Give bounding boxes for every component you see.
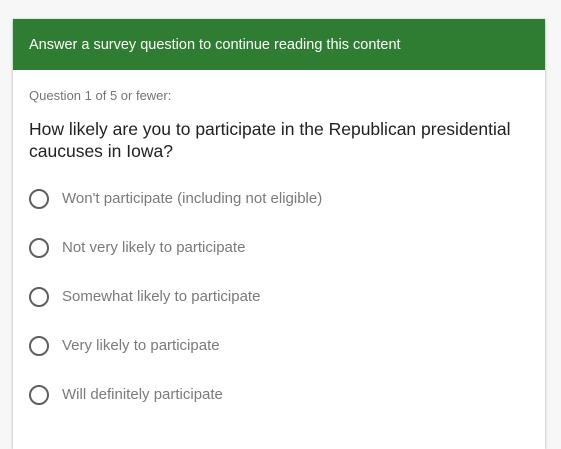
answer-option-label[interactable]: Not very likely to participate xyxy=(62,239,245,256)
answer-option-label[interactable]: Very likely to participate xyxy=(62,337,220,354)
survey-body: Question 1 of 5 or fewer: How likely are… xyxy=(13,88,545,419)
answer-option-label[interactable]: Won't participate (including not eligibl… xyxy=(62,190,322,207)
answer-option-wont-participate[interactable]: Won't participate (including not eligibl… xyxy=(29,174,529,223)
radio-button-icon[interactable] xyxy=(29,237,49,258)
survey-card: Answer a survey question to continue rea… xyxy=(13,19,545,449)
survey-header-title: Answer a survey question to continue rea… xyxy=(29,36,401,53)
answer-option-somewhat-likely[interactable]: Somewhat likely to participate xyxy=(29,272,529,321)
question-counter: Question 1 of 5 or fewer: xyxy=(29,88,172,103)
answer-option-very-likely[interactable]: Very likely to participate xyxy=(29,321,529,370)
answer-option-not-very-likely[interactable]: Not very likely to participate xyxy=(29,223,529,272)
answer-option-label[interactable]: Somewhat likely to participate xyxy=(62,288,260,305)
question-text: How likely are you to participate in the… xyxy=(29,119,511,161)
radio-button-icon[interactable] xyxy=(29,384,49,405)
answer-option-label[interactable]: Will definitely participate xyxy=(62,386,223,403)
radio-button-icon[interactable] xyxy=(29,188,49,209)
answer-option-will-definitely[interactable]: Will definitely participate xyxy=(29,370,529,419)
radio-button-icon[interactable] xyxy=(29,335,49,356)
answer-options: Won't participate (including not eligibl… xyxy=(29,174,529,419)
radio-button-icon[interactable] xyxy=(29,286,49,307)
survey-header: Answer a survey question to continue rea… xyxy=(13,19,545,70)
